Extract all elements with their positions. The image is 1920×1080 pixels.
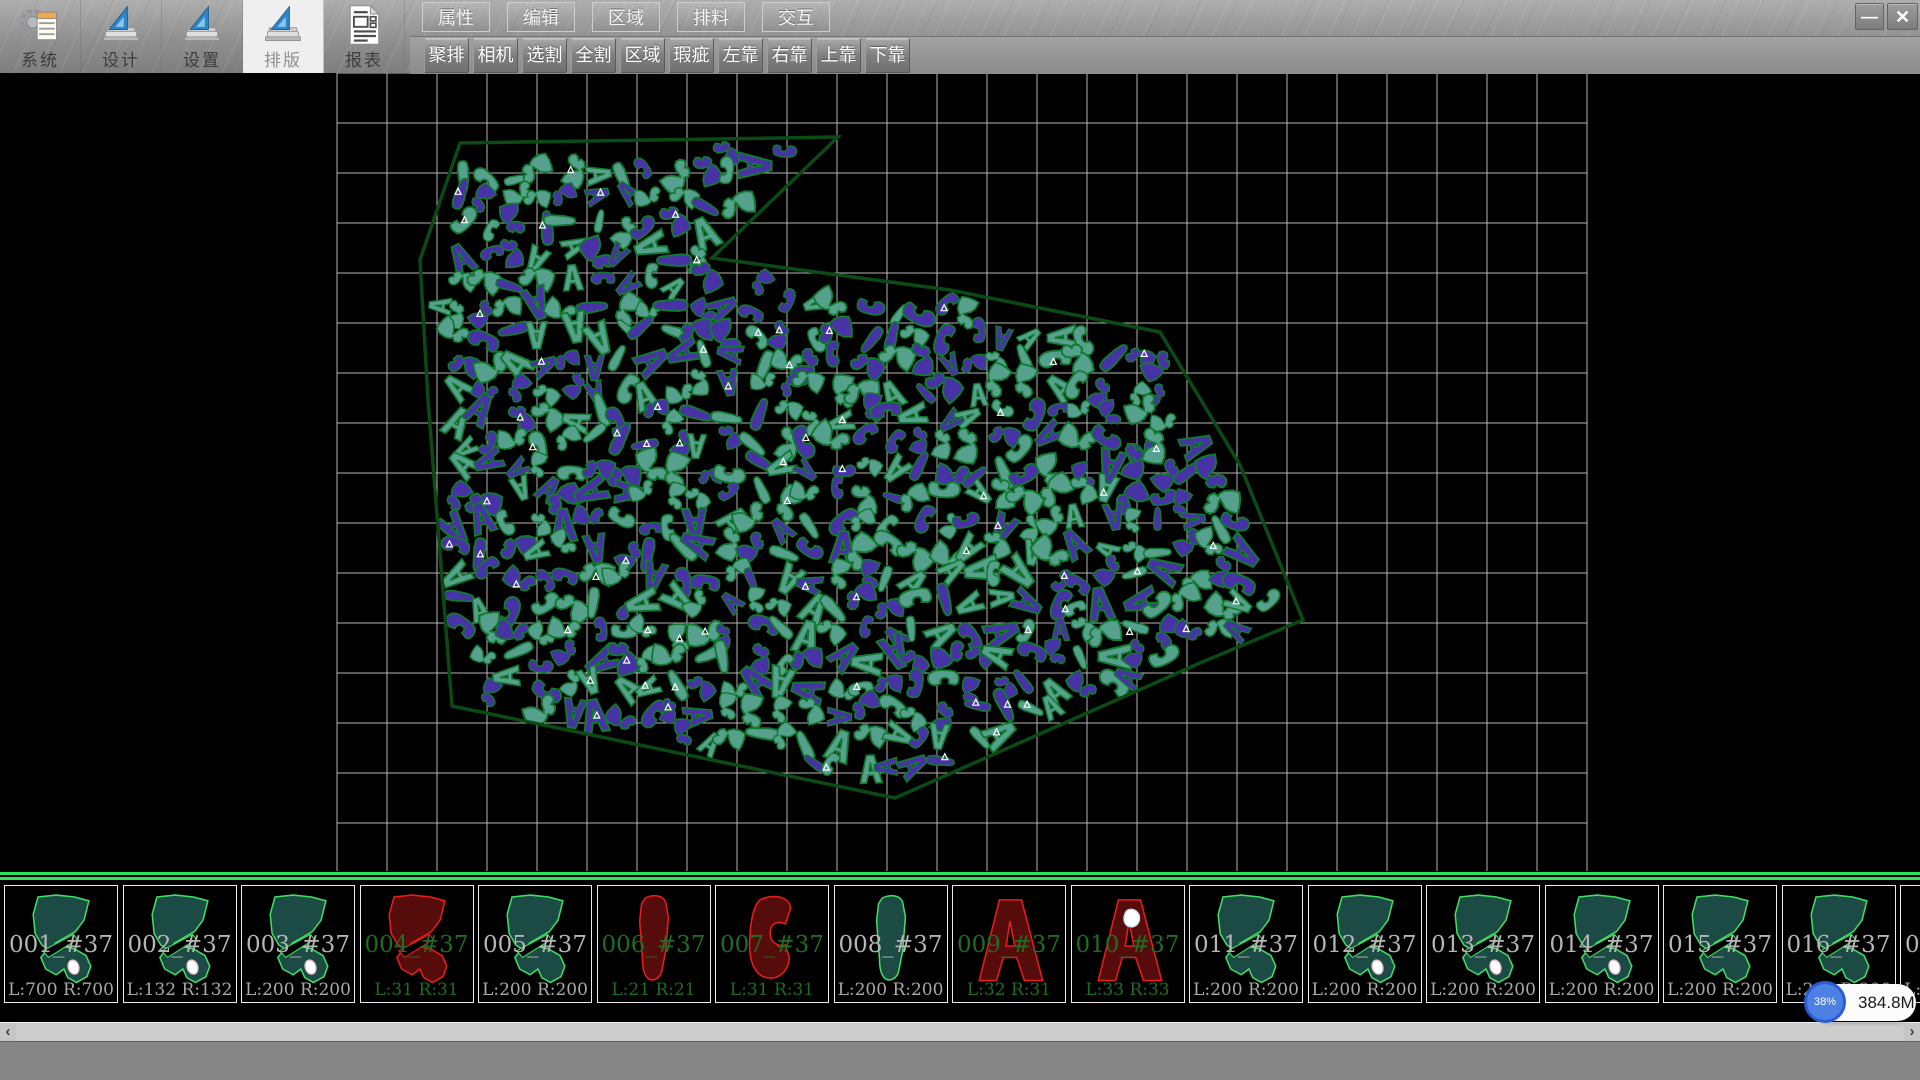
tool-button-5[interactable]: 区域 [620,38,665,73]
memory-label: 384.8M [1858,984,1915,1021]
part-name: 009_#37 [953,932,1065,958]
part-name: 008_#37 [835,932,947,958]
report-doc-icon [342,3,386,47]
nesting-canvas[interactable] [0,73,1920,871]
menu-tab-5[interactable]: 交互 [762,2,830,32]
app-item-label: 设计 [81,46,161,71]
part-name: 012_#37 [1309,932,1421,958]
app-item-label: 系统 [0,46,80,71]
tool-button-7[interactable]: 左靠 [718,38,763,73]
part-lr-info: L:200 R:200 [479,980,591,1000]
tool-button-9[interactable]: 上靠 [816,38,861,73]
part-name: 016_#37 [1783,932,1895,958]
part-thumbnail-8[interactable]: 008_#37 L:200 R:200 [834,885,948,1003]
part-name: 010_#37 [1072,932,1184,958]
part-lr-info: L:200 R:200 [1309,980,1421,1000]
part-thumbnail-15[interactable]: 015_#37 L:200 R:200 [1663,885,1777,1003]
part-lr-info: L:33 R:33 [1072,980,1184,1000]
tool-button-row: 聚排相机选割全割区域瑕疵左靠右靠上靠下靠 [410,36,1920,74]
part-lr-info: L:32 R:31 [953,980,1065,1000]
part-lr-info: L:200 R:200 [1664,980,1776,1000]
menu-tabs: 属性编辑区域排料交互 [422,2,830,34]
part-name: 005_#37 [479,932,591,958]
part-name: 014_#37 [1546,932,1658,958]
tool-button-2[interactable]: 相机 [473,38,518,73]
app-item-1[interactable]: 系统 [0,0,81,73]
tool-button-8[interactable]: 右靠 [767,38,812,73]
part-name: 013_#37 [1427,932,1539,958]
progress-circle: 38% [1804,981,1846,1023]
settings-ruler-icon [180,3,224,47]
part-lr-info: L:200 R:200 [1190,980,1302,1000]
part-thumbnail-9[interactable]: 009_#37 L:32 R:31 [952,885,1066,1003]
menu-tab-1[interactable]: 属性 [422,2,490,32]
app-item-3[interactable]: 设置 [162,0,243,73]
part-thumbnail-13[interactable]: 013_#37 L:200 R:200 [1426,885,1540,1003]
tool-button-3[interactable]: 选割 [522,38,567,73]
part-thumbnail-7[interactable]: 007_#37 L:31 R:31 [715,885,829,1003]
part-thumbnail-strip: 001_#37L:700 R:700002_#37L:132 R:132003_… [0,871,1920,1022]
part-thumbnail-10[interactable]: 010_#37 L:33 R:33 [1071,885,1185,1003]
part-thumbnail-3[interactable]: 003_#37 L:200 R:200 [241,885,355,1003]
part-name: 001_#37 [5,932,117,958]
part-thumbnail-14[interactable]: 014_#37 L:200 R:200 [1545,885,1659,1003]
part-lr-info: L:21 R:21 [598,980,710,1000]
tool-button-10[interactable]: 下靠 [865,38,910,73]
system-gear-icon [18,3,62,47]
menu-tab-2[interactable]: 编辑 [507,2,575,32]
app-item-2[interactable]: 设计 [81,0,162,73]
part-name: 006_#37 [598,932,710,958]
part-name: 004_#37 [361,932,473,958]
app-item-5[interactable]: 报表 [324,0,405,73]
bottom-band [0,1041,1920,1080]
status-badge: 384.8M 38% [1804,981,1916,1023]
part-lr-info: L:200 R:200 [1546,980,1658,1000]
part-thumbnail-12[interactable]: 012_#37 L:200 R:200 [1308,885,1422,1003]
tool-button-6[interactable]: 瑕疵 [669,38,714,73]
part-thumbnail-11[interactable]: 011_#37 L:200 R:200 [1189,885,1303,1003]
part-name: 011_#37 [1190,932,1302,958]
part-thumbnail-4[interactable]: 004_#37 L:31 R:31 [360,885,474,1003]
part-lr-info: L:31 R:31 [361,980,473,1000]
part-name: 007_#37 [716,932,828,958]
scroll-left-button[interactable]: ‹ [0,1023,16,1041]
part-thumbnail-6[interactable]: 006_#37 L:21 R:21 [597,885,711,1003]
scroll-right-button[interactable]: › [1904,1023,1920,1041]
tool-button-1[interactable]: 聚排 [424,38,469,73]
part-lr-info: L:200 R:200 [1427,980,1539,1000]
part-lr-info: L:200 R:200 [242,980,354,1000]
canvas-svg [0,73,1920,871]
part-thumbnail-2[interactable]: 002_#37 L:132 R:132 [123,885,237,1003]
design-ruler-icon [99,3,143,47]
close-button[interactable]: ✕ [1887,3,1918,30]
app-item-label: 设置 [162,46,242,71]
menu-tab-4[interactable]: 排料 [677,2,745,32]
minimize-button[interactable]: — [1855,3,1884,30]
app-item-label: 报表 [324,46,404,71]
strip-top-line-1 [0,872,1920,875]
part-lr-info: L:31 R:31 [716,980,828,1000]
strip-top-line-2 [0,877,1920,880]
menu-tab-3[interactable]: 区域 [592,2,660,32]
part-lr-info: L:200 R:200 [835,980,947,1000]
part-name: 015_#37 [1664,932,1776,958]
part-name: 003_#37 [242,932,354,958]
app-item-4[interactable]: 排版 [243,0,324,73]
app-mode-bar: 系统 设计 设置 排版 报表 [0,0,405,73]
tool-buttons: 聚排相机选割全割区域瑕疵左靠右靠上靠下靠 [424,38,910,73]
part-thumbnail-5[interactable]: 005_#37 L:200 R:200 [478,885,592,1003]
main-toolbar: 系统 设计 设置 排版 报表 属性编辑区域排料交互 聚排相机选割全割区域瑕疵左靠… [0,0,1920,74]
tool-button-4[interactable]: 全割 [571,38,616,73]
layout-ruler-icon [261,3,305,47]
part-lr-info: L:132 R:132 [124,980,236,1000]
part-lr-info: L:700 R:700 [5,980,117,1000]
part-name: 002_#37 [124,932,236,958]
app-item-label: 排版 [243,46,323,71]
part-name: 017_#37 [1901,932,1920,958]
part-thumbnail-1[interactable]: 001_#37 L:700 R:700 [4,885,118,1003]
thumbnail-scrollbar[interactable]: ‹ › [0,1022,1920,1041]
